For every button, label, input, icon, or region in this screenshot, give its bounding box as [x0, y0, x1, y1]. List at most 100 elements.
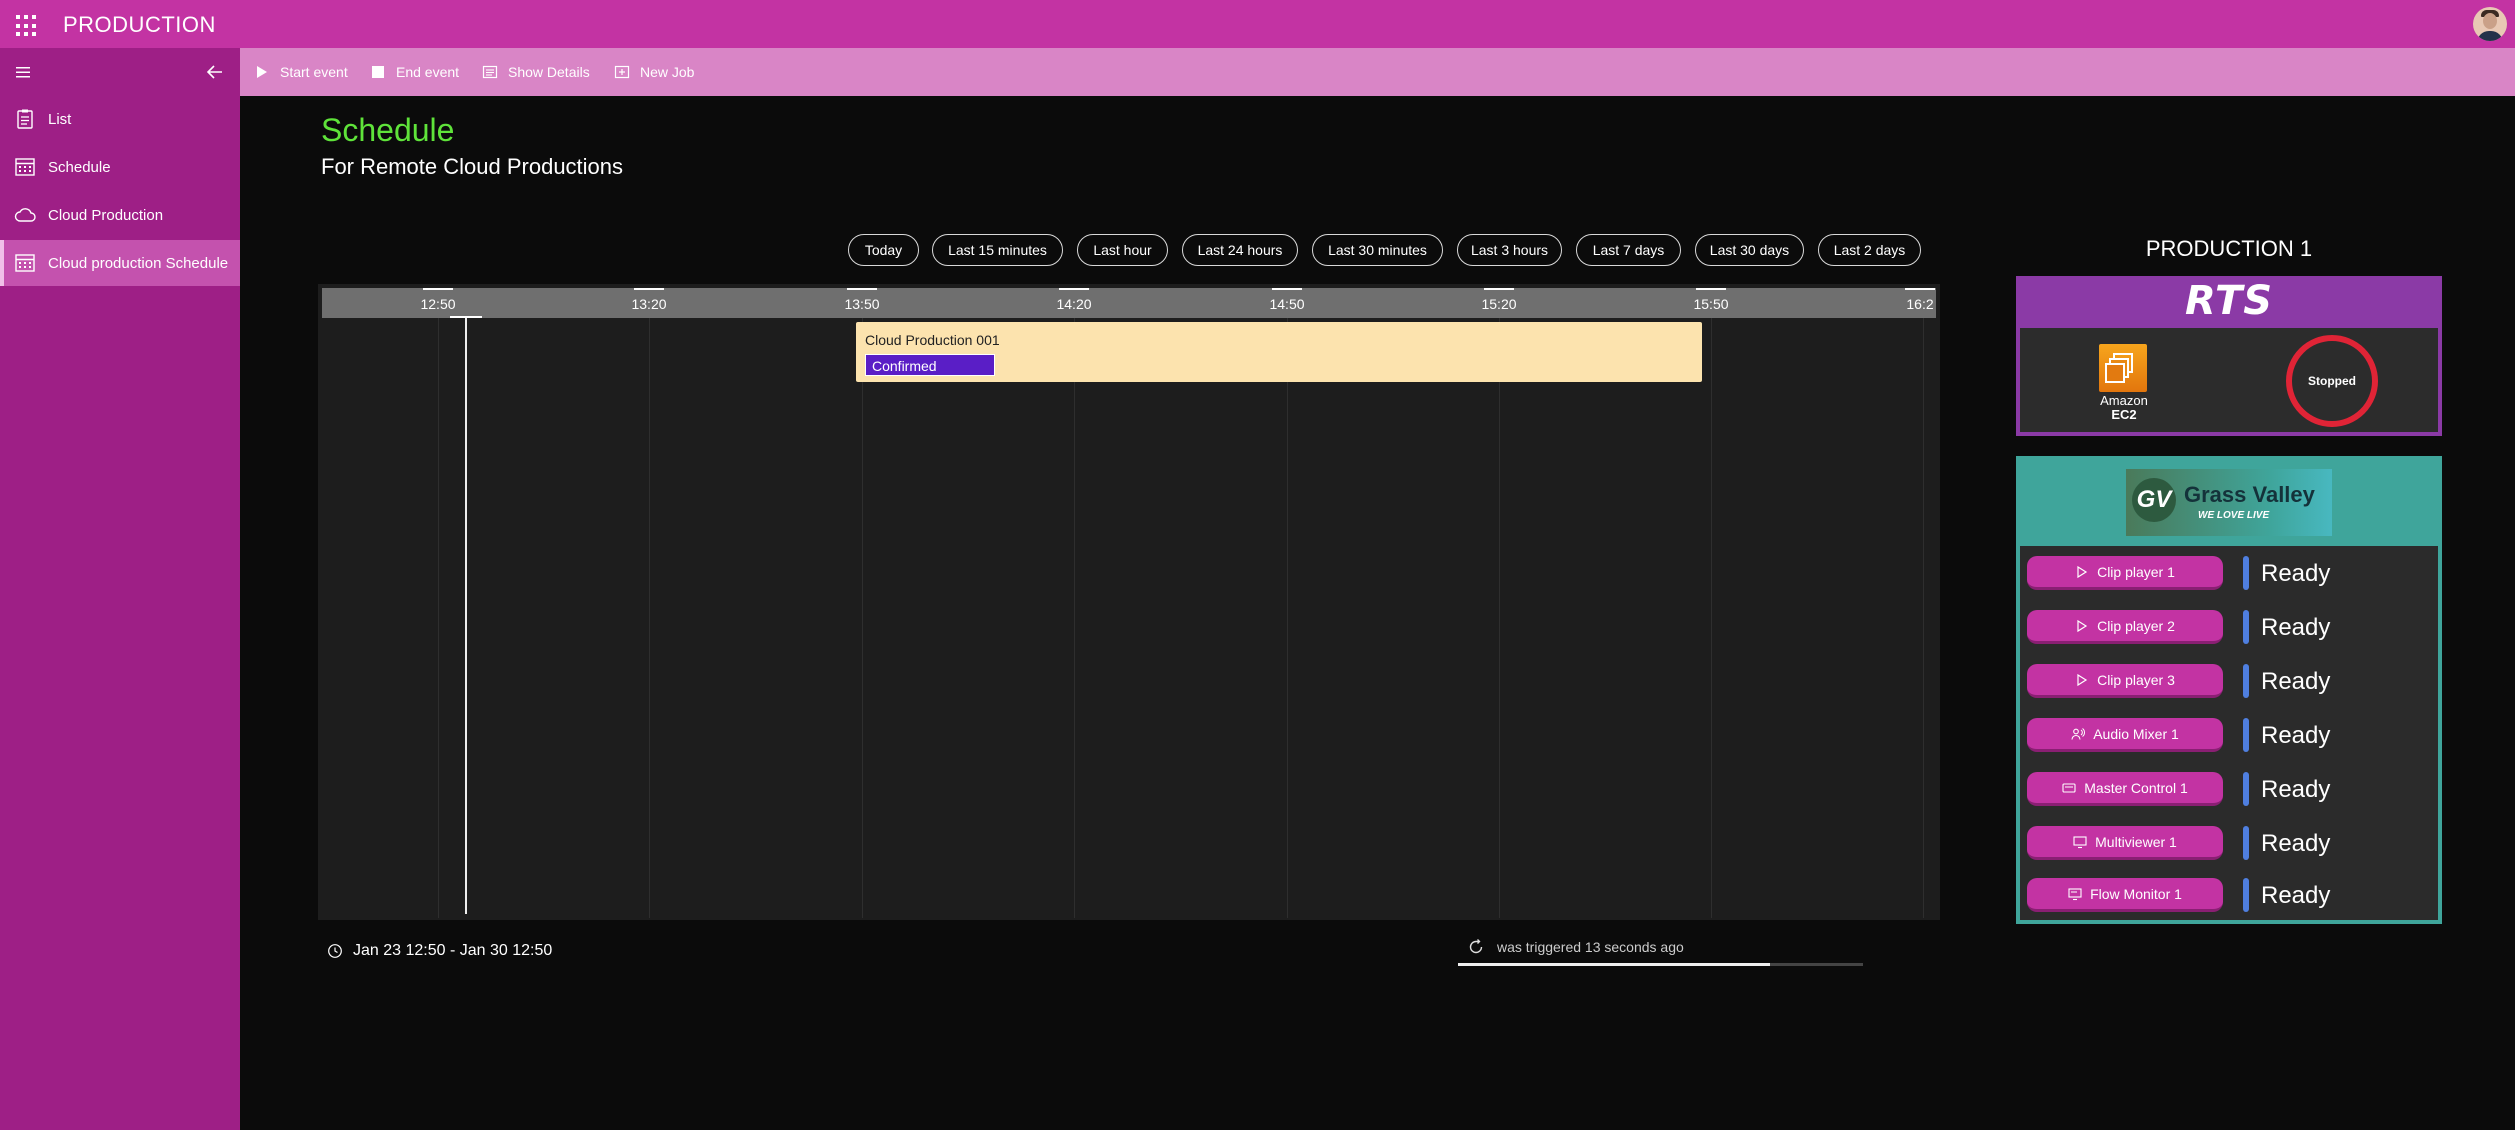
sidebar-item-cloud-production[interactable]: Cloud Production — [0, 192, 240, 238]
range-chip-last-3-hours[interactable]: Last 3 hours — [1457, 234, 1562, 266]
new-job-button[interactable]: New Job — [614, 48, 694, 96]
tick-mark — [634, 288, 664, 290]
stop-icon — [372, 66, 384, 78]
start-event-label: Start event — [280, 64, 348, 80]
start-event-button[interactable]: Start event — [254, 48, 348, 96]
range-chip-last-24-hours[interactable]: Last 24 hours — [1182, 234, 1298, 266]
calendar-icon — [15, 254, 35, 272]
device-status: Ready — [2261, 830, 2331, 857]
tick-mark — [847, 288, 877, 290]
play-icon — [2077, 565, 2088, 578]
device-status: Ready — [2261, 722, 2331, 749]
monitor-flow-icon — [2068, 887, 2082, 900]
sidebar-item-schedule[interactable]: Schedule — [0, 144, 240, 190]
grid-line — [1923, 318, 1924, 918]
range-chip-today[interactable]: Today — [848, 234, 919, 266]
tick-mark — [1905, 288, 1935, 290]
clock-icon — [328, 944, 342, 958]
people-audio-icon — [2071, 727, 2086, 740]
clipboard-icon — [17, 109, 33, 129]
new-job-icon — [614, 65, 630, 79]
tick-label: 12:50 — [420, 296, 456, 312]
show-details-button[interactable]: Show Details — [482, 48, 590, 96]
status-indicator — [2243, 610, 2249, 644]
refresh-status-text: was triggered 13 seconds ago — [1497, 939, 1684, 955]
multiviewer-1-button[interactable]: Multiviewer 1 — [2027, 826, 2223, 860]
sidebar-item-label: Cloud Production — [48, 206, 164, 224]
device-label: Multiviewer 1 — [2095, 833, 2177, 850]
master-control-1-button[interactable]: Master Control 1 — [2027, 772, 2223, 806]
card-icon — [2062, 782, 2076, 793]
device-label: Clip player 1 — [2097, 563, 2175, 580]
grid-line — [1074, 318, 1075, 918]
status-indicator — [2243, 878, 2249, 912]
tick-label: 15:50 — [1693, 296, 1729, 312]
status-indicator — [2243, 826, 2249, 860]
page-title: Schedule — [321, 112, 455, 148]
back-arrow-icon[interactable] — [205, 62, 225, 82]
grid-line — [1711, 318, 1712, 918]
refresh-status: was triggered 13 seconds ago — [1467, 938, 1684, 956]
cloud-icon — [14, 208, 36, 222]
device-status: Ready — [2261, 668, 2331, 695]
range-chip-last-7-days[interactable]: Last 7 days — [1576, 234, 1681, 266]
tick-label: 13:20 — [631, 296, 667, 312]
range-chip-last-15-minutes[interactable]: Last 15 minutes — [932, 234, 1063, 266]
gv-logo-name: Grass Valley — [2184, 482, 2315, 507]
device-label: Clip player 3 — [2097, 671, 2175, 688]
status-indicator — [2243, 772, 2249, 806]
new-job-label: New Job — [640, 64, 695, 80]
gv-logo-mark: GV — [2132, 478, 2176, 522]
sidebar-item-label: Cloud production Schedule — [48, 254, 229, 272]
page-subtitle: For Remote Cloud Productions — [321, 154, 624, 179]
event-status-badge: Confirmed — [865, 354, 995, 376]
amazon-ec2-icon — [2099, 344, 2147, 392]
grid-line — [1499, 318, 1500, 918]
date-range-text: Jan 23 12:50 - Jan 30 12:50 — [353, 942, 553, 959]
device-status: Ready — [2261, 560, 2331, 587]
calendar-icon — [15, 158, 35, 176]
tick-label: 16:2 — [1906, 296, 1934, 312]
device-label: Clip player 2 — [2097, 617, 2175, 634]
app-launcher-icon[interactable] — [14, 13, 40, 39]
tick-mark — [1059, 288, 1089, 290]
end-event-button[interactable]: End event — [370, 48, 459, 96]
sidebar-item-cloud-production-schedule[interactable]: Cloud production Schedule — [0, 240, 240, 286]
refresh-progress-bar — [1458, 963, 1770, 966]
flow-monitor-1-button[interactable]: Flow Monitor 1 — [2027, 878, 2223, 912]
range-chip-last-2-days[interactable]: Last 2 days — [1818, 234, 1921, 266]
production-title: PRODUCTION 1 — [2145, 236, 2313, 261]
monitor-icon — [2073, 835, 2087, 848]
app-title: PRODUCTION — [63, 12, 216, 37]
clip-player-1-button[interactable]: Clip player 1 — [2027, 556, 2223, 590]
grid-line — [862, 318, 863, 918]
range-chip-last-30-minutes[interactable]: Last 30 minutes — [1312, 234, 1443, 266]
sidebar-item-list[interactable]: List — [0, 96, 240, 142]
ec2-label-line2: EC2 — [2111, 407, 2137, 422]
play-icon — [2077, 673, 2088, 686]
status-indicator — [2243, 556, 2249, 590]
hamburger-icon[interactable] — [14, 64, 34, 80]
grid-line — [1287, 318, 1288, 918]
tick-mark — [1696, 288, 1726, 290]
tick-mark — [1272, 288, 1302, 290]
status-label: Stopped — [2308, 374, 2356, 388]
sidebar: List Schedule Cloud Production Cloud pro… — [0, 48, 240, 1130]
refresh-icon[interactable] — [1467, 938, 1485, 956]
clip-player-2-button[interactable]: Clip player 2 — [2027, 610, 2223, 644]
date-range: Jan 23 12:50 - Jan 30 12:50 — [327, 942, 552, 960]
avatar[interactable] — [2473, 7, 2507, 41]
range-chip-last-hour[interactable]: Last hour — [1077, 234, 1168, 266]
tick-mark — [423, 288, 453, 290]
clip-player-3-button[interactable]: Clip player 3 — [2027, 664, 2223, 698]
range-chip-last-30-days[interactable]: Last 30 days — [1695, 234, 1804, 266]
audio-mixer-1-button[interactable]: Audio Mixer 1 — [2027, 718, 2223, 752]
command-bar: Start event End event Show Details New J… — [240, 48, 2515, 96]
status-indicator — [2243, 718, 2249, 752]
device-label: Flow Monitor 1 — [2090, 885, 2182, 902]
details-icon — [482, 65, 498, 79]
gv-logo-tagline: WE LOVE LIVE — [2198, 510, 2270, 521]
tick-label: 14:50 — [1269, 296, 1305, 312]
end-event-label: End event — [396, 64, 460, 80]
tick-label: 13:50 — [844, 296, 880, 312]
